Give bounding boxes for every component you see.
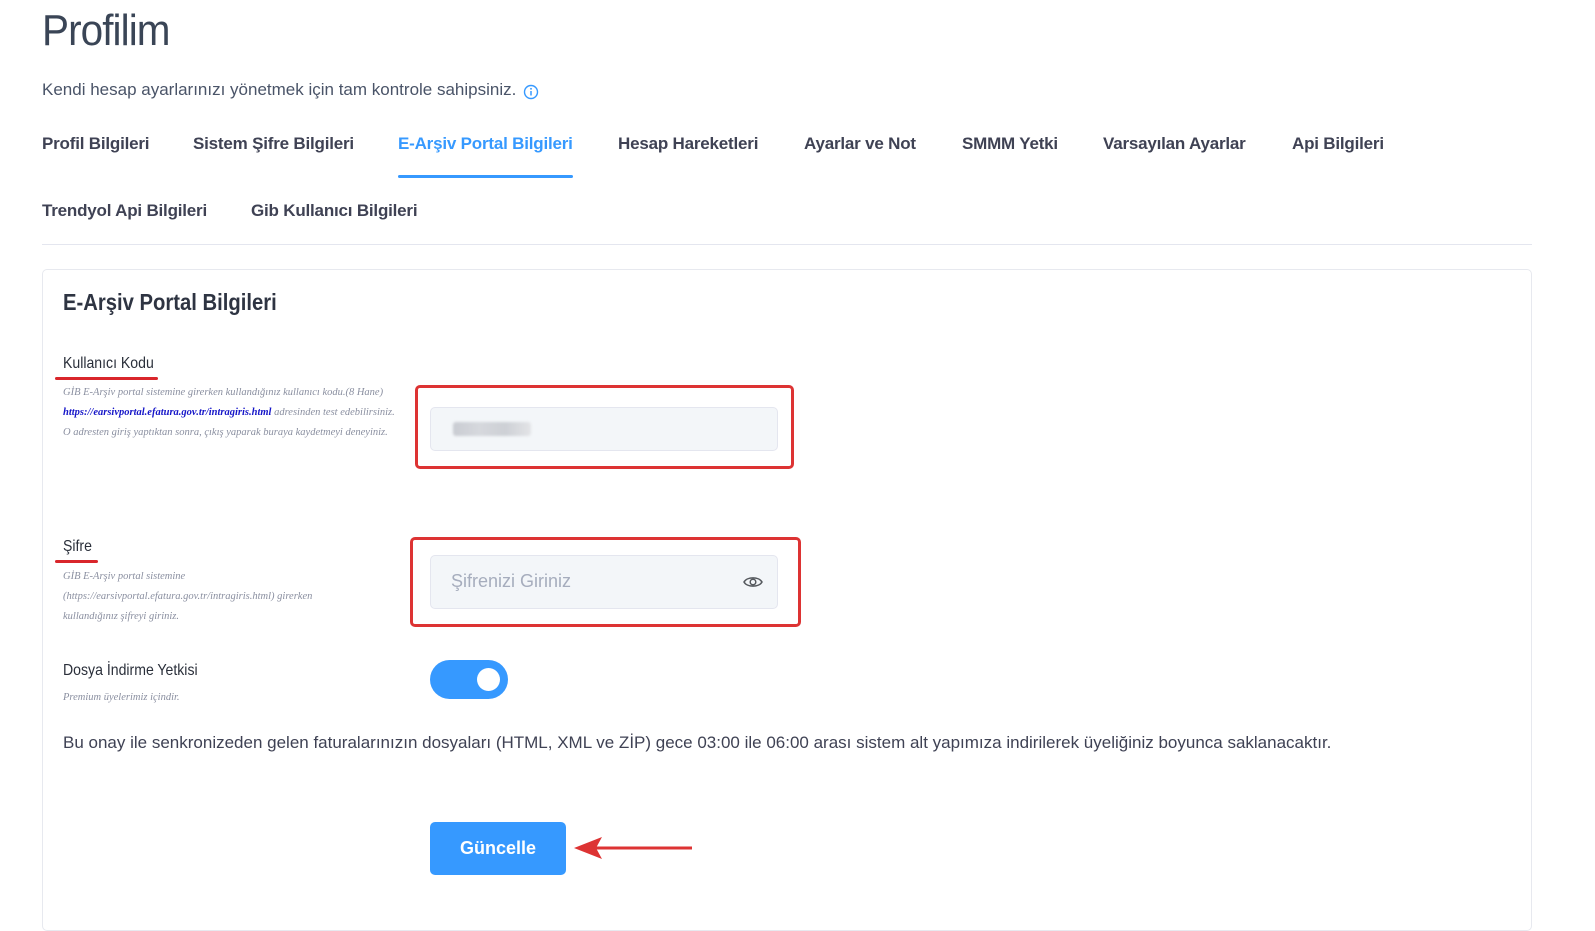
- tab-trendyol-api-bilgileri[interactable]: Trendyol Api Bilgileri: [42, 201, 207, 221]
- password-label-underline: [55, 560, 98, 563]
- user-code-help-2: adresinden test edebilirsiniz.: [271, 407, 395, 418]
- card-title: E-Arşiv Portal Bilgileri: [63, 289, 277, 315]
- tab-api-bilgileri[interactable]: Api Bilgileri: [1292, 134, 1384, 154]
- tab-hesap-hareketleri[interactable]: Hesap Hareketleri: [618, 134, 758, 154]
- tab-profil-bilgileri[interactable]: Profil Bilgileri: [42, 134, 150, 154]
- annotation-highlight-password: [410, 537, 801, 627]
- active-tab-indicator: [398, 175, 573, 178]
- user-code-help-1: GİB E-Arşiv portal sistemine girerken ku…: [63, 387, 384, 398]
- download-permission-label: Dosya İndirme Yetkisi: [63, 662, 198, 679]
- annotation-highlight-user-code: [415, 385, 794, 469]
- password-help: GİB E-Arşiv portal sistemine (https://ea…: [63, 571, 313, 622]
- tab-e-arsiv-portal-bilgileri[interactable]: E-Arşiv Portal Bilgileri: [398, 134, 573, 154]
- user-code-label: Kullanıcı Kodu: [63, 355, 154, 372]
- download-permission-help: Premium üyelerimiz içindir.: [63, 692, 180, 703]
- tab-sistem-sifre-bilgileri[interactable]: Sistem Şifre Bilgileri: [193, 134, 354, 154]
- page-subtitle: Kendi hesap ayarlarınızı yönetmek için t…: [42, 80, 539, 100]
- info-circle-icon[interactable]: [523, 84, 539, 100]
- tab-ayarlar-ve-not[interactable]: Ayarlar ve Not: [804, 134, 916, 154]
- password-label: Şifre: [63, 538, 92, 555]
- user-code-label-underline: [55, 377, 158, 380]
- tab-gib-kullanici-bilgileri[interactable]: Gib Kullanıcı Bilgileri: [251, 201, 418, 221]
- user-code-help-3: O adresten giriş yaptıktan sonra, çıkış …: [63, 427, 388, 438]
- user-code-help: GİB E-Arşiv portal sistemine girerken ku…: [63, 383, 408, 443]
- download-permission-toggle[interactable]: [430, 660, 508, 699]
- tab-smmm-yetki[interactable]: SMMM Yetki: [962, 134, 1058, 154]
- tab-varsayilan-ayarlar[interactable]: Varsayılan Ayarlar: [1103, 134, 1246, 154]
- page-subtitle-text: Kendi hesap ayarlarınızı yönetmek için t…: [42, 80, 517, 99]
- toggle-knob: [477, 668, 500, 691]
- earsiv-portal-link[interactable]: https://earsivportal.efatura.gov.tr/intr…: [63, 407, 271, 418]
- consent-text: Bu onay ile senkronizeden gelen faturala…: [63, 733, 1332, 752]
- page-title: Profilim: [42, 6, 171, 55]
- update-button[interactable]: Güncelle: [430, 822, 566, 875]
- tabs-divider: [42, 244, 1532, 245]
- annotation-arrow-icon: [574, 837, 692, 859]
